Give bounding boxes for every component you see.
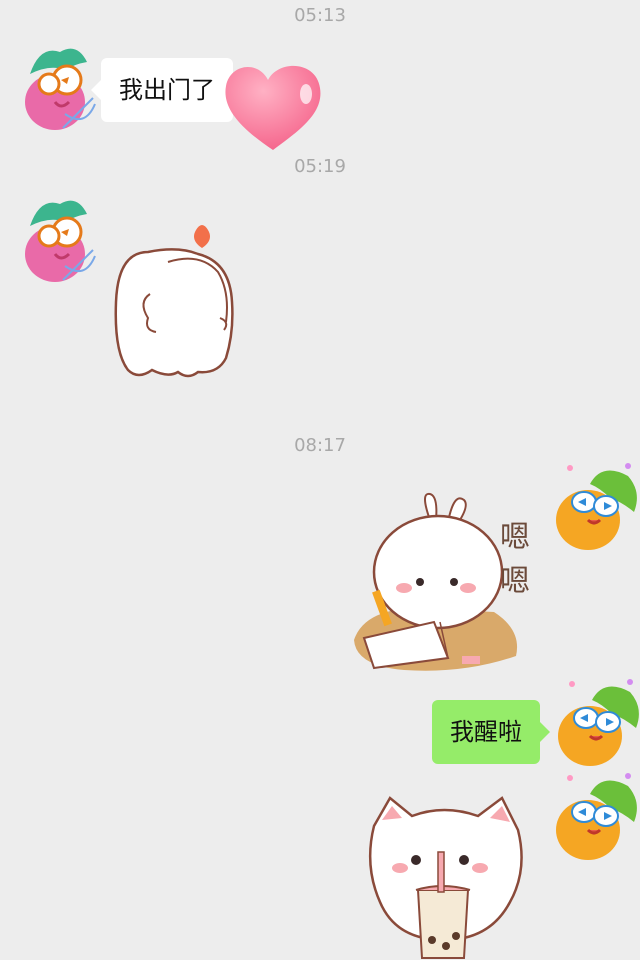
my-avatar[interactable] <box>550 772 637 860</box>
heart-icon <box>225 65 321 150</box>
my-avatar[interactable] <box>552 678 639 766</box>
orange-radish-avatar-icon <box>556 463 637 550</box>
timestamp: 08:17 <box>294 435 346 456</box>
orange-radish-avatar-icon <box>558 679 639 766</box>
contact-avatar[interactable] <box>15 40 96 130</box>
pink-radish-avatar-icon <box>25 200 96 282</box>
contact-avatar[interactable] <box>15 192 96 282</box>
message-text: 我出门了 <box>119 76 215 104</box>
message-bubble-incoming[interactable]: 我出门了 <box>91 58 233 122</box>
white-blob-hug-sticker[interactable] <box>108 222 248 388</box>
timestamp: 05:13 <box>294 5 346 26</box>
message-bubble-outgoing[interactable]: 我醒啦 <box>432 700 550 764</box>
cat-drinking-boba-sticker[interactable] <box>360 790 530 960</box>
sticker-caption: 嗯 <box>500 520 530 555</box>
my-avatar[interactable] <box>550 462 637 550</box>
chat-screen: 05:13 我出门了 05:19 08:17 嗯 嗯 我醒啦 <box>0 0 640 960</box>
sticker-caption: 嗯 <box>500 564 530 599</box>
message-text: 我醒啦 <box>450 718 522 746</box>
timestamp: 05:19 <box>294 156 346 177</box>
orange-radish-avatar-icon <box>556 773 637 860</box>
